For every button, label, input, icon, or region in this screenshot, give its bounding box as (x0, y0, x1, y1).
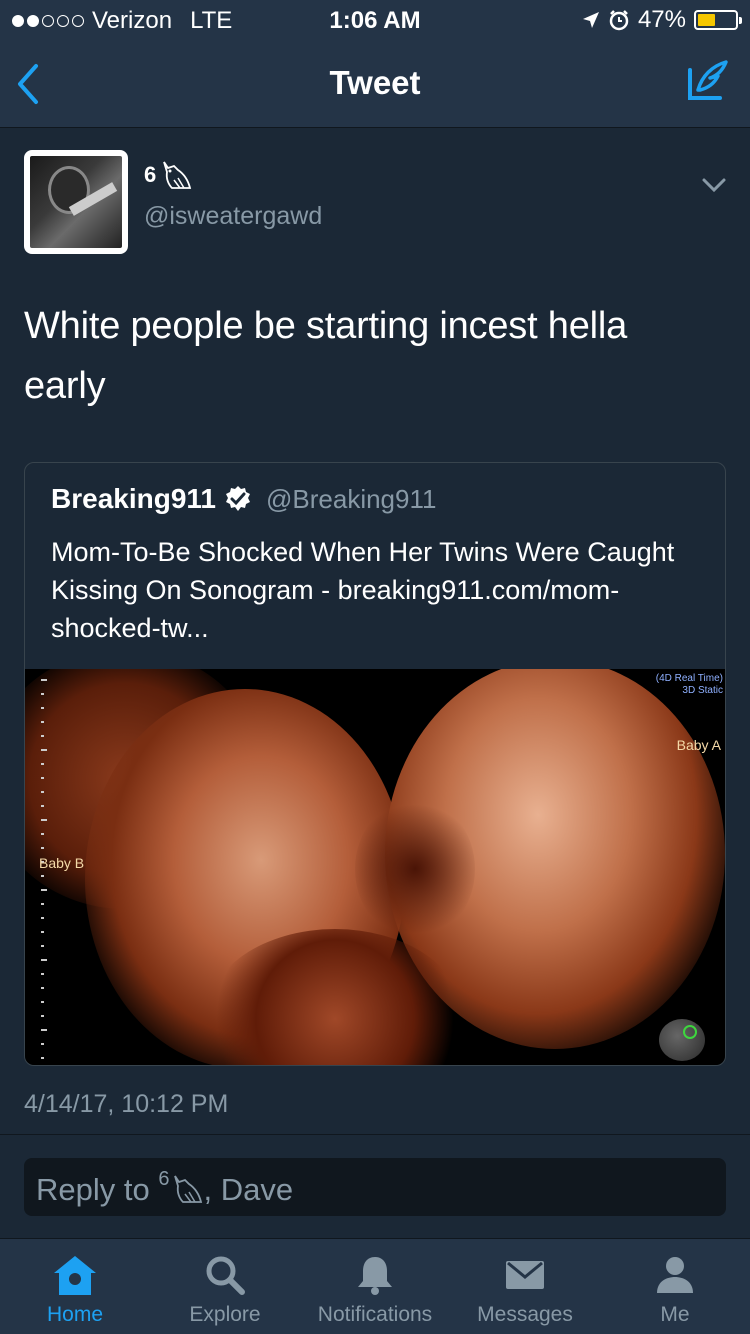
display-name-text: 6 (144, 162, 157, 187)
depth-tick (41, 735, 44, 737)
tab-explore[interactable]: Explore (150, 1239, 300, 1334)
avatar-photo (30, 156, 122, 248)
tab-explore-label: Explore (189, 1303, 261, 1326)
depth-tick (41, 875, 44, 877)
tweet-text: White people be starting incest hella ea… (24, 305, 628, 407)
depth-tick (41, 707, 44, 709)
reply-input[interactable]: Reply to 6 , Dave (24, 1158, 726, 1216)
quoted-text: Mom-To-Be Shocked When Her Twins Were Ca… (51, 537, 675, 643)
location-arrow-icon (582, 12, 599, 28)
avatar[interactable] (24, 150, 128, 254)
home-icon (54, 1256, 96, 1295)
depth-scale (41, 679, 47, 1064)
status-right: 47% (582, 6, 742, 34)
reply-suffix: , Dave (203, 1172, 294, 1207)
depth-tick (41, 959, 47, 961)
depth-tick (41, 917, 44, 919)
depth-tick (41, 805, 44, 807)
tab-bar: Home Explore Notifications Messages Me (0, 1238, 750, 1334)
verified-badge-icon (226, 486, 250, 511)
tab-messages[interactable]: Messages (450, 1239, 600, 1334)
page-title: Tweet (329, 64, 421, 101)
tab-home[interactable]: Home (0, 1239, 150, 1334)
quoted-tweet-card[interactable]: Breaking911 @Breaking911 Mom-To-Be Shock… (24, 462, 726, 1066)
depth-tick (41, 1029, 47, 1031)
tab-me-label: Me (660, 1303, 690, 1326)
depth-tick (41, 1015, 44, 1017)
tab-home-label: Home (46, 1303, 104, 1326)
depth-tick (41, 903, 44, 905)
person-icon (657, 1257, 693, 1293)
orientation-knob-icon (659, 1019, 705, 1061)
quoted-display-name: Breaking911 (51, 483, 216, 514)
envelope-icon (506, 1261, 544, 1289)
tweet-options-button[interactable] (700, 176, 728, 199)
reply-name-1: 6 (158, 1168, 170, 1190)
depth-tick (41, 889, 47, 891)
battery-percent: 47% (637, 6, 686, 33)
battery-icon (694, 10, 742, 30)
quoted-handle: @Breaking911 (266, 483, 437, 514)
depth-tick (41, 973, 44, 975)
owl-icon (163, 161, 192, 189)
tab-notifications[interactable]: Notifications (300, 1239, 450, 1334)
navigation-bar: Tweet (0, 40, 750, 128)
depth-tick (41, 931, 44, 933)
owl-icon (174, 1175, 203, 1203)
depth-tick (41, 1057, 44, 1059)
alarm-icon (609, 10, 629, 31)
quoted-tweet-header: Breaking911 @Breaking911 (51, 483, 436, 515)
depth-tick (41, 847, 44, 849)
depth-tick (41, 1043, 44, 1045)
search-icon (206, 1256, 245, 1295)
divider (0, 1134, 750, 1135)
reply-prefix: Reply to (36, 1172, 159, 1207)
depth-tick (41, 833, 44, 835)
depth-tick (41, 819, 47, 821)
chevron-down-icon (702, 178, 726, 193)
tab-messages-label: Messages (477, 1303, 573, 1326)
depth-tick (41, 679, 47, 681)
depth-tick (41, 945, 44, 947)
compose-icon (688, 60, 728, 100)
depth-tick (41, 777, 44, 779)
tweet-timestamp: 4/14/17, 10:12 PM (24, 1090, 229, 1118)
depth-tick (41, 749, 47, 751)
bell-icon (358, 1257, 392, 1295)
depth-tick (41, 693, 44, 695)
depth-tick (41, 987, 44, 989)
baby-a-label: Baby A (676, 737, 721, 753)
tab-me[interactable]: Me (600, 1239, 750, 1334)
sonogram-image[interactable]: Baby B Baby A (4D Real Time) 3D Static (25, 669, 725, 1065)
tab-notifications-label: Notifications (317, 1303, 433, 1326)
depth-tick (41, 763, 44, 765)
status-bar: Verizon LTE 1:06 AM 47% (0, 0, 750, 40)
compose-button[interactable] (684, 58, 730, 109)
scan-mode-label: (4D Real Time) 3D Static (655, 673, 723, 696)
baby-b-label: Baby B (39, 855, 85, 871)
depth-tick (41, 791, 44, 793)
depth-tick (41, 1001, 44, 1003)
display-name[interactable]: 6 (144, 160, 192, 190)
depth-tick (41, 721, 44, 723)
user-handle[interactable]: @isweatergawd (144, 202, 322, 231)
